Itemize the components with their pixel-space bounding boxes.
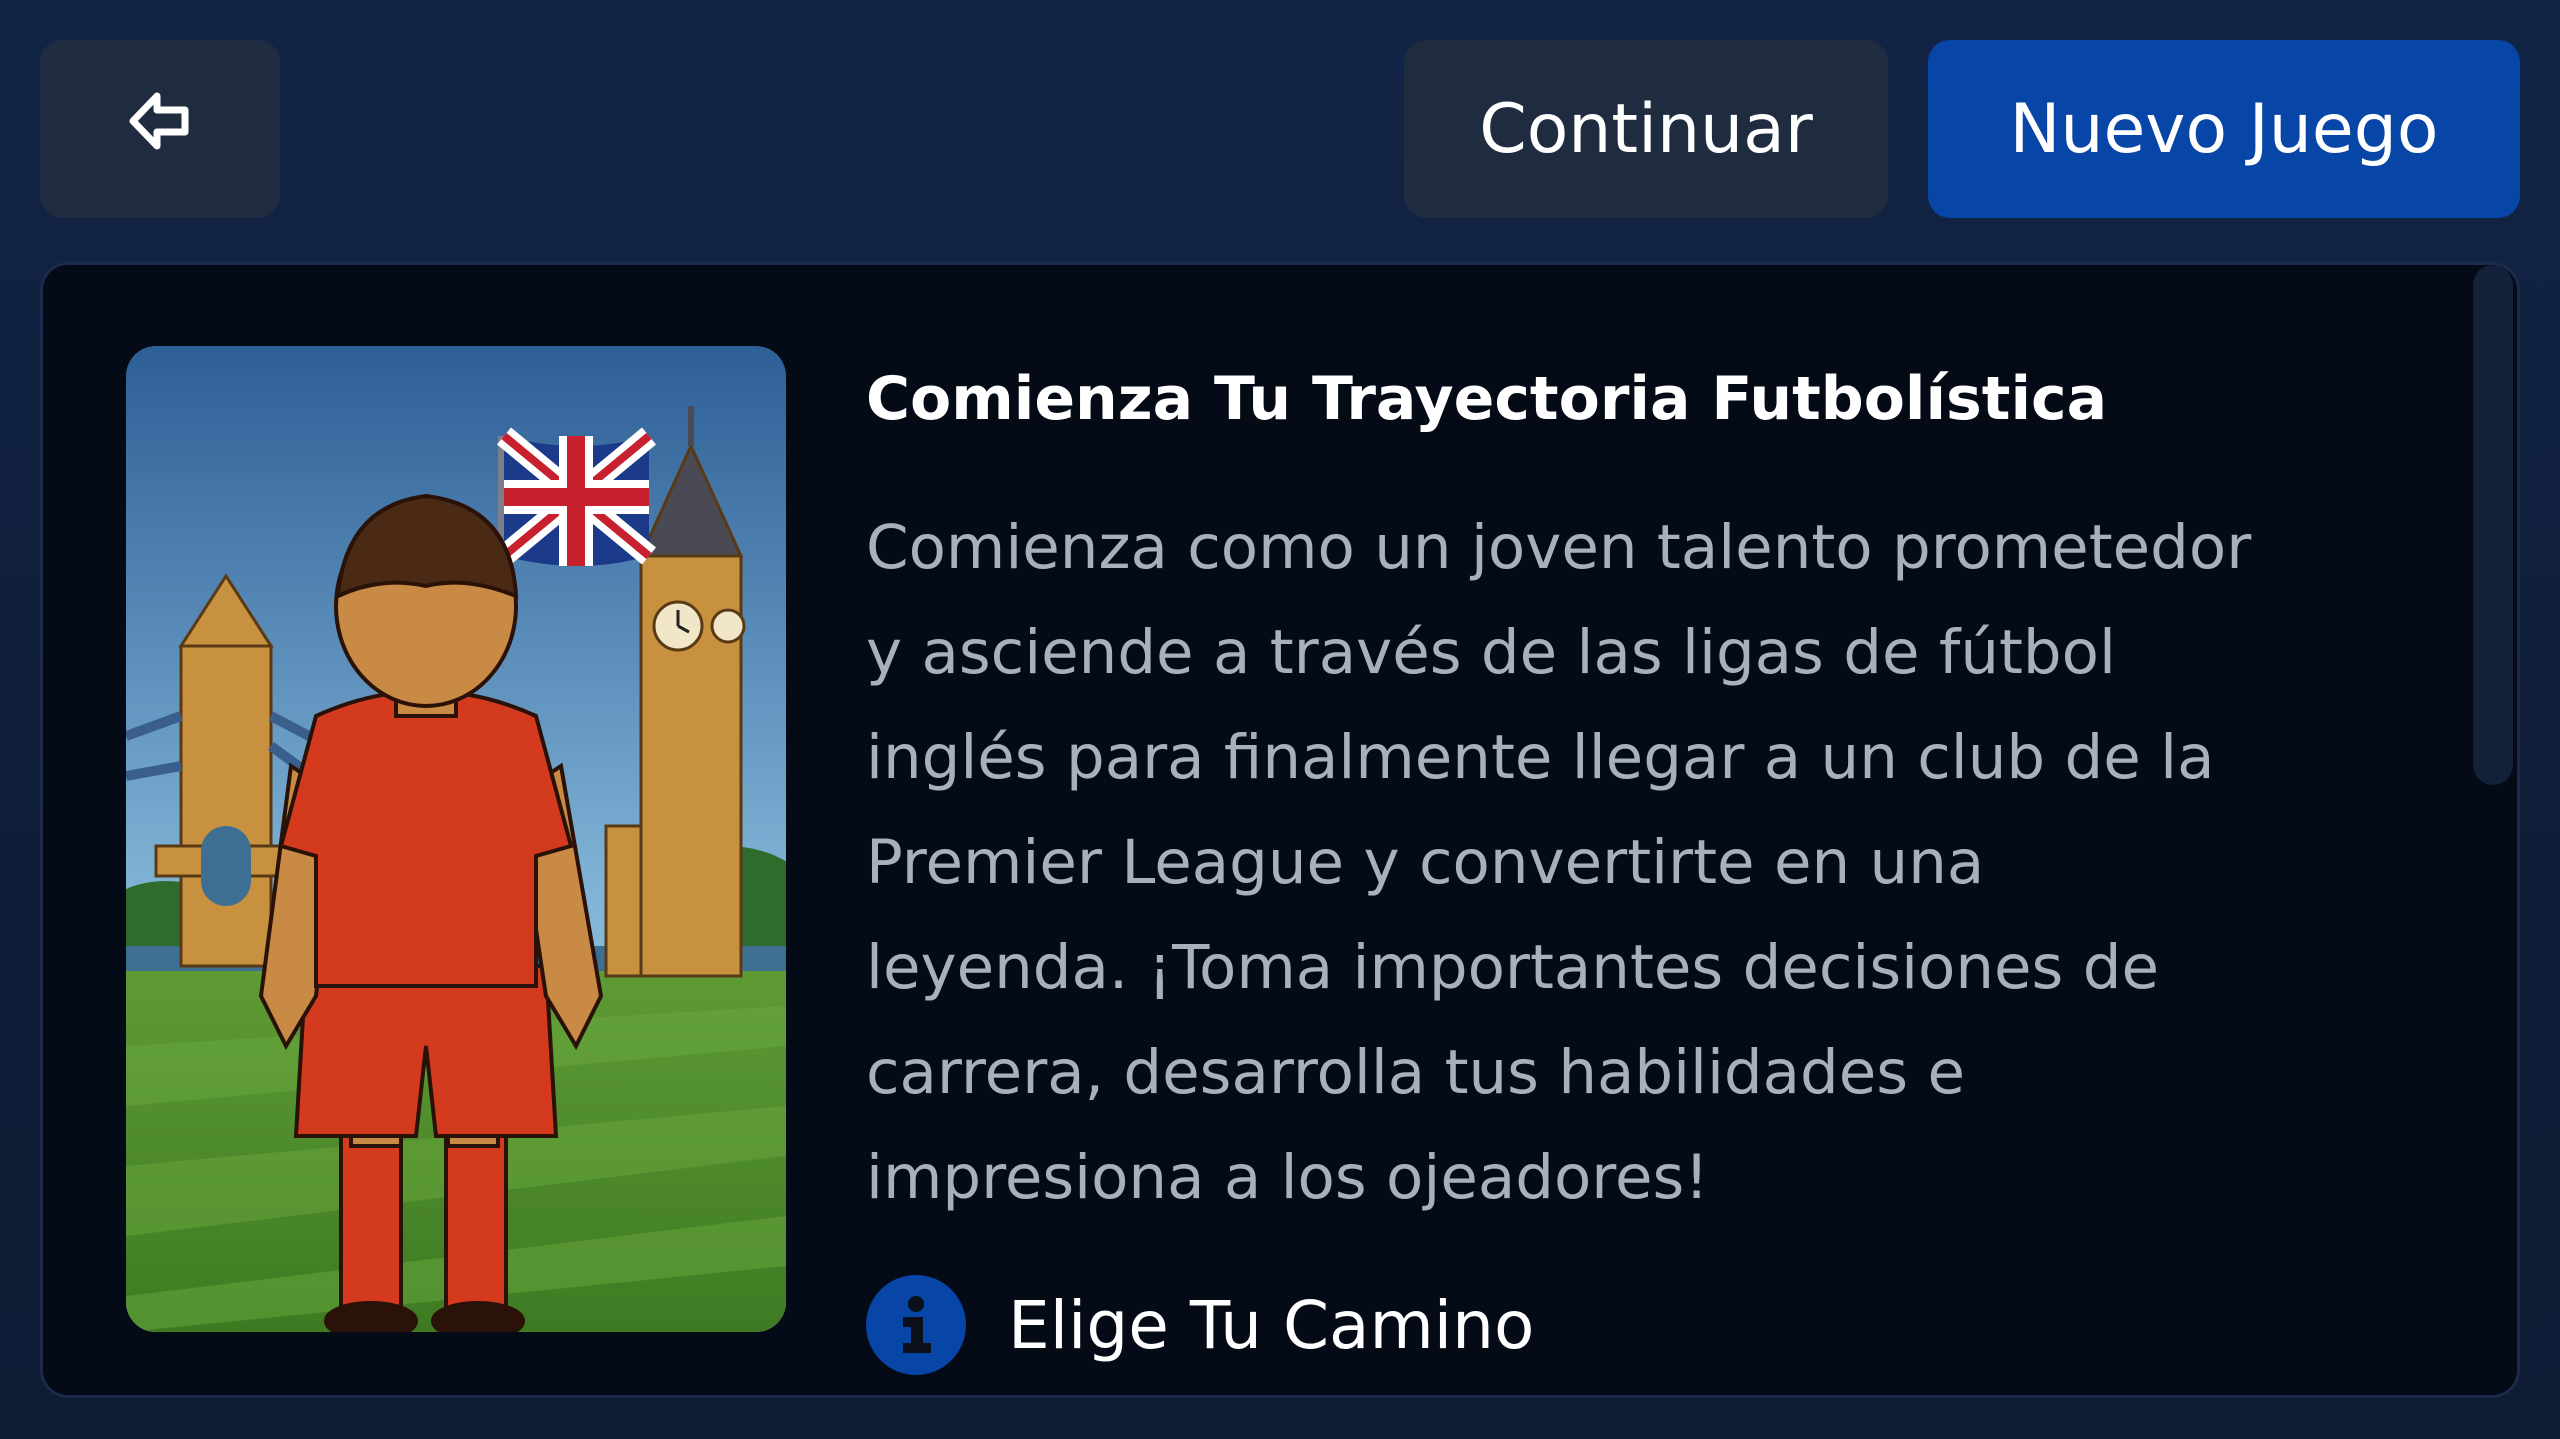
scrollbar-thumb[interactable] — [2473, 265, 2513, 785]
choose-path-label: Elige Tu Camino — [1008, 1286, 1535, 1364]
new-game-label: Nuevo Juego — [2009, 89, 2439, 169]
description-line: inglés para finalmente llegar a un club … — [866, 722, 2215, 793]
career-card: Comienza Tu Trayectoria Futbolística Com… — [40, 262, 2520, 1398]
info-icon — [866, 1275, 966, 1375]
continue-label: Continuar — [1479, 89, 1813, 169]
arrow-left-icon — [127, 88, 193, 171]
description-line: Comienza como un joven talento prometedo… — [866, 512, 2252, 583]
back-button[interactable] — [40, 40, 280, 218]
description-line: Premier League y convertirte en una — [866, 827, 1985, 898]
description-line: leyenda. ¡Toma importantes decisiones de — [866, 932, 2159, 1003]
page: Continuar Nuevo Juego Comienza Tu Trayec… — [0, 0, 2560, 1439]
card-title: Comienza Tu Trayectoria Futbolística — [866, 364, 2108, 434]
description-line: carrera, desarrolla tus habilidades e — [866, 1037, 1965, 1108]
description-line: y asciende a través de las ligas de fútb… — [866, 617, 2116, 688]
description-line: impresiona a los ojeadores! — [866, 1142, 1709, 1213]
choose-path-section: Elige Tu Camino — [866, 1270, 1534, 1380]
scrollbar[interactable] — [2473, 265, 2513, 1395]
continue-button[interactable]: Continuar — [1404, 40, 1888, 218]
card-description: Comienza como un joven talento prometedo… — [866, 495, 2386, 1230]
player-london-illustration — [126, 346, 786, 1332]
new-game-button[interactable]: Nuevo Juego — [1928, 40, 2520, 218]
